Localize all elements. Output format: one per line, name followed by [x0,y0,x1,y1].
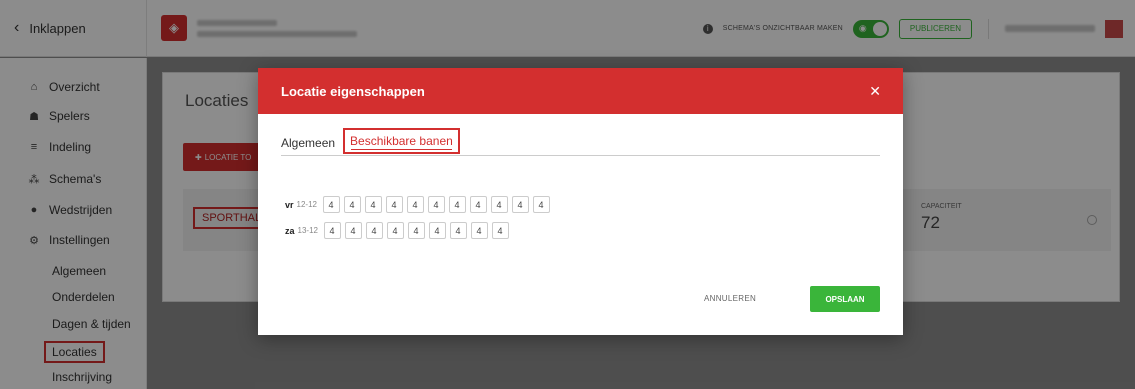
day-label: za [285,225,295,236]
court-count-field[interactable]: 4 [364,196,382,213]
day-label: vr [285,199,294,210]
dialog-header: Locatie eigenschappen ✕ [258,68,903,114]
court-row-vr: vr 12-12 4 4 4 4 4 4 4 4 4 4 4 [285,196,554,213]
court-count-field[interactable]: 4 [470,222,488,239]
dialog-title: Locatie eigenschappen [281,83,425,99]
court-count-field[interactable]: 4 [343,196,361,213]
court-count-field[interactable]: 4 [322,196,340,213]
court-count-field[interactable]: 4 [532,196,550,213]
court-count-field[interactable]: 4 [406,196,424,213]
court-count-field[interactable]: 4 [407,222,425,239]
court-count-field[interactable]: 4 [386,222,404,239]
cancel-button[interactable]: ANNULEREN [704,294,756,303]
tab-beschikbare-banen[interactable]: Beschikbare banen [343,127,460,154]
court-count-field[interactable]: 4 [469,196,487,213]
court-count-field[interactable]: 4 [323,222,341,239]
court-count-field[interactable]: 4 [428,222,446,239]
court-count-field[interactable]: 4 [448,196,466,213]
date-label: 13-12 [297,226,318,235]
court-count-field[interactable]: 4 [385,196,403,213]
court-count-field[interactable]: 4 [427,196,445,213]
location-properties-dialog: Locatie eigenschappen ✕ Algemeen Beschik… [258,68,903,335]
dialog-tabs: Algemeen Beschikbare banen [281,127,880,156]
close-icon[interactable]: ✕ [869,83,881,100]
court-count-field[interactable]: 4 [511,196,529,213]
court-count-field[interactable]: 4 [449,222,467,239]
court-count-field[interactable]: 4 [491,222,509,239]
court-count-field[interactable]: 4 [365,222,383,239]
court-row-za: za 13-12 4 4 4 4 4 4 4 4 4 [285,222,513,239]
date-label: 12-12 [296,200,317,209]
court-count-field[interactable]: 4 [490,196,508,213]
tab-algemeen[interactable]: Algemeen [281,136,335,150]
save-button[interactable]: OPSLAAN [810,286,880,312]
court-count-field[interactable]: 4 [344,222,362,239]
